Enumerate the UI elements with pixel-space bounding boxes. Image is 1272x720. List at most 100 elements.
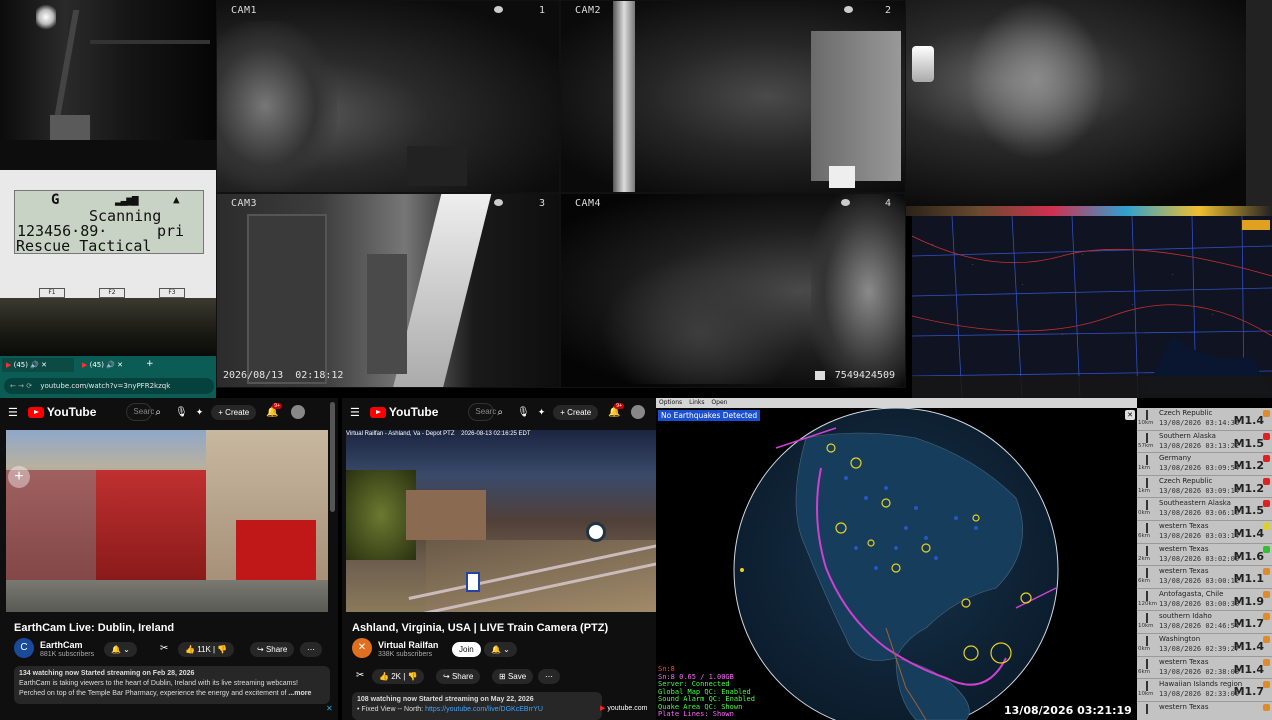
create-button[interactable]: + Create [553, 404, 599, 420]
channel-name[interactable]: EarthCam [40, 640, 83, 650]
quake-list-item[interactable]: 6km western Texas 13/08/2026 03:00:12 M1.1 [1137, 566, 1272, 589]
status-line: Plate Lines: Shown [658, 710, 734, 718]
softkey-f2[interactable]: F2 [99, 288, 125, 298]
quake-time: 13/08/2026 03:03:14 [1159, 532, 1240, 540]
camera-status-icon [844, 6, 853, 13]
description-link[interactable]: https://youtube.com/live/DGKcEBrrYU [425, 706, 543, 713]
like-button[interactable]: 👍 11K | 👎 [178, 642, 235, 657]
radar-map-graphic: ···· ···· [912, 216, 1272, 398]
dublin-video-player[interactable]: + [6, 430, 328, 612]
address-bar[interactable]: ← → ⟳ youtube.com/watch?v=3nyPFR2kzqk [4, 378, 214, 394]
quake-magnitude: M1.7 [1233, 617, 1264, 631]
softkey-f1[interactable]: F1 [39, 288, 65, 298]
like-button[interactable]: 👍 2K | 👎 [372, 669, 425, 684]
channel-name[interactable]: Virtual Railfan [378, 640, 438, 650]
quake-depth-bar [1146, 568, 1148, 579]
description-line: EarthCam is taking viewers to the heart … [19, 680, 298, 687]
microphone-icon[interactable]: 🎙 [517, 407, 530, 418]
channel-avatar[interactable]: C [14, 638, 34, 658]
clip-icon[interactable]: ✂ [356, 670, 364, 681]
cam-number: 4 [885, 198, 892, 209]
taskbar-youtube-tab[interactable]: ▶ youtube.com [600, 704, 647, 712]
browser-tab[interactable]: ▶ (45) 🔊 ✕ [78, 358, 142, 372]
cam1-feed[interactable]: CAM1 1 [216, 0, 560, 193]
subscriber-count: 881K subscribers [40, 651, 95, 658]
save-button[interactable]: ⊞ Save [492, 669, 534, 684]
bell-icon[interactable]: 🔔 9+ [266, 402, 282, 418]
microphone-icon[interactable]: 🎙 [175, 407, 188, 418]
search-icon[interactable]: ⌕ [497, 407, 503, 418]
back-icon[interactable]: ← [10, 382, 16, 390]
subscribe-bell-button[interactable]: 🔔 ⌄ [104, 642, 137, 657]
reload-icon[interactable]: ⟳ [26, 382, 32, 390]
quake-distance: 0km [1138, 646, 1151, 652]
quake-list-item[interactable]: 120km Antofagasta, Chile 13/08/2026 03:00:… [1137, 588, 1272, 612]
menu-icon[interactable]: ☰ [8, 406, 18, 419]
quake-list-item[interactable]: 10km southern Idaho 13/08/2026 02:46:54 M1.… [1137, 611, 1272, 634]
quake-depth-bar [1146, 500, 1148, 511]
quake-depth-bar [1146, 681, 1148, 692]
quake-location: western Texas [1159, 544, 1209, 553]
ashland-video-player[interactable]: Virtual Railfan - Ashland, Va - Depot PT… [346, 430, 656, 612]
join-button[interactable]: Join [452, 642, 481, 657]
cam-label: CAM4 [575, 198, 602, 209]
channel-avatar[interactable]: ✕ [352, 638, 372, 658]
quake-location: western Texas [1159, 702, 1209, 711]
quake-list-item[interactable]: 1km Czech Republic 13/08/2026 03:09:14 M1.2 [1137, 475, 1272, 499]
quake-list-item[interactable]: 10km Hawaiian Islands region 13/08/2026 02… [1137, 679, 1272, 702]
create-button[interactable]: + Create [211, 404, 257, 420]
more-button[interactable]: ⋯ [300, 642, 322, 657]
notification-badge: 9+ [272, 402, 282, 409]
quake-depth-bar [1146, 545, 1148, 556]
quake-location: western Texas [1159, 522, 1209, 530]
cam3-feed[interactable]: CAM3 3 2026/08/13 02:18:12 [216, 193, 560, 388]
new-tab-icon[interactable]: + [146, 359, 154, 369]
quake-list-item[interactable]: western Texas [1137, 701, 1272, 720]
forward-icon[interactable]: → [18, 382, 24, 390]
youtube-logo[interactable]: YouTube [27, 405, 96, 419]
plus-icon[interactable]: + [8, 466, 30, 488]
menu-icon[interactable]: ☰ [350, 406, 360, 419]
share-button[interactable]: ↪ Share [436, 669, 481, 684]
close-icon[interactable]: ✕ [326, 704, 333, 713]
scanner-lcd: G ▂▃▅▆ ▲ Scanning 123456·89· pri Rescue … [14, 190, 204, 255]
radar-map[interactable]: · · · · · · · · [912, 216, 1272, 398]
cam4-feed[interactable]: CAM4 4 7549424509 [560, 193, 906, 388]
avatar[interactable] [630, 405, 645, 419]
cam2-feed[interactable]: CAM2 2 [560, 0, 906, 193]
softkey-f3[interactable]: F3 [159, 288, 185, 298]
quake-list-item[interactable]: 6km western Texas 13/08/2026 02:38:03 M1.4 [1137, 656, 1272, 680]
youtube-logo[interactable]: YouTube [369, 405, 438, 419]
bell-icon[interactable]: 🔔 9+ [608, 402, 624, 418]
quake-alert-icon [1263, 636, 1270, 643]
quake-list-item[interactable]: 0km Southeastern Alaska 13/08/2026 03:06:1… [1137, 498, 1272, 521]
quake-alert-icon [1263, 410, 1270, 417]
clip-icon[interactable]: ✂ [160, 643, 168, 654]
quake-depth-bar [1146, 703, 1148, 714]
share-button[interactable]: ↪ Share [250, 642, 295, 657]
video-description[interactable]: 108 watching now Started streaming on Ma… [352, 692, 602, 720]
quake-list-item[interactable]: 10km Czech Republic 13/08/2026 03:14:36 M1.… [1137, 408, 1272, 431]
search-input[interactable]: Searc [468, 403, 496, 421]
quake-list-item[interactable]: 6km western Texas 13/08/2026 03:03:14 M1.4 [1137, 521, 1272, 544]
gift-icon[interactable]: ✦ [538, 407, 546, 418]
radio-scanner-panel: G ▂▃▅▆ ▲ Scanning 123456·89· pri Rescue … [0, 170, 216, 298]
quake-list-item[interactable]: 2km western Texas 13/08/2026 03:02:09 M1.6 [1137, 543, 1272, 567]
quake-time: 13/08/2026 02:33:09 [1159, 690, 1240, 699]
search-input[interactable]: Searc [126, 403, 154, 421]
quake-location: southern Idaho [1159, 612, 1212, 621]
quake-list-item[interactable]: 1km Germany 13/08/2026 03:09:54 M1.2 [1137, 453, 1272, 476]
browser-tab[interactable]: ▶ (45) 🔊 ✕ [2, 358, 74, 372]
quake-list-item[interactable]: 57km Southern Alaska 13/08/2026 03:13:22 M1… [1137, 430, 1272, 454]
quake-list-item[interactable]: 0km Washington 13/08/2026 02:39:27 M1.4 [1137, 634, 1272, 657]
scrollbar[interactable] [330, 402, 335, 512]
more-button[interactable]: ⋯ [538, 669, 560, 684]
gift-icon[interactable]: ✦ [196, 407, 204, 418]
avatar[interactable] [290, 405, 305, 419]
more-link[interactable]: ...more [288, 690, 311, 697]
subscribe-bell-button[interactable]: 🔔 ⌄ [484, 642, 517, 657]
search-icon[interactable]: ⌕ [155, 407, 161, 418]
video-description[interactable]: 134 watching now Started streaming on Fe… [14, 666, 330, 704]
quake-location: Germany [1159, 454, 1192, 463]
quake-depth-bar [1146, 410, 1148, 420]
